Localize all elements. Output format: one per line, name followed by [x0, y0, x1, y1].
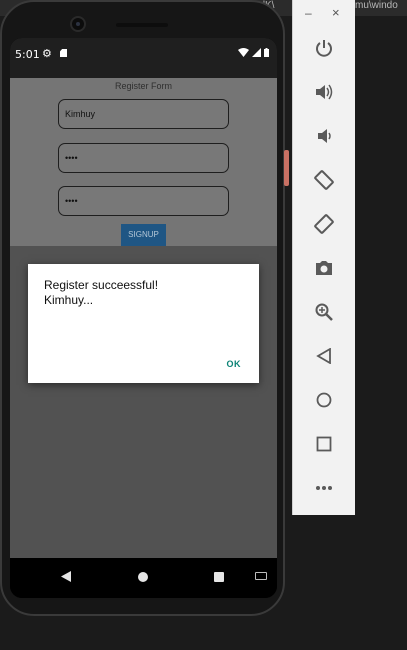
front-camera [70, 16, 86, 32]
password-field[interactable]: •••• [58, 143, 229, 173]
nav-overview-icon[interactable] [214, 572, 224, 582]
username-field[interactable]: Kimhuy [58, 99, 229, 129]
settings-notification-icon: ⚙ [42, 48, 52, 60]
back-icon[interactable] [310, 342, 338, 370]
power-icon[interactable] [310, 34, 338, 62]
emulator-toolbar: – × [292, 0, 355, 515]
status-bar: 5:01 ⚙ [10, 38, 277, 78]
close-button[interactable]: × [332, 5, 340, 20]
navigation-bar [10, 558, 277, 598]
sd-card-icon [60, 49, 67, 57]
overview-icon[interactable] [310, 430, 338, 458]
phone-frame: 5:01 ⚙ Register Form Kimhuy •••• •••• SI… [0, 0, 285, 616]
phone-side-button [284, 150, 289, 186]
dialog-message: Register succeessful! Kimhuy... [44, 278, 159, 307]
confirm-password-field[interactable]: •••• [58, 186, 229, 216]
signal-icon [252, 48, 261, 57]
minimize-button[interactable]: – [305, 6, 312, 20]
status-time: 5:01 [15, 48, 40, 61]
status-icons [238, 48, 269, 57]
home-icon[interactable] [310, 386, 338, 414]
ok-button[interactable]: OK [227, 359, 242, 369]
more-icon[interactable] [310, 474, 338, 502]
wifi-icon [238, 48, 249, 57]
phone-screen: 5:01 ⚙ Register Form Kimhuy •••• •••• SI… [10, 38, 277, 598]
success-dialog: Register succeessful! Kimhuy... OK [28, 264, 259, 383]
screenshot-icon[interactable] [310, 254, 338, 282]
nav-back-icon[interactable] [61, 571, 71, 582]
keyboard-icon[interactable] [255, 572, 267, 580]
form-title: Register Form [114, 81, 172, 91]
rotate-left-icon[interactable] [310, 166, 338, 194]
signup-button[interactable]: SIGNUP [121, 224, 166, 246]
volume-up-icon[interactable] [310, 78, 338, 106]
battery-icon [264, 48, 269, 57]
earpiece-speaker [116, 23, 168, 27]
rotate-right-icon[interactable] [310, 210, 338, 238]
zoom-icon[interactable] [310, 298, 338, 326]
volume-down-icon[interactable] [310, 122, 338, 150]
nav-home-icon[interactable] [138, 572, 148, 582]
host-path-text-2: mu\windo [355, 0, 398, 11]
